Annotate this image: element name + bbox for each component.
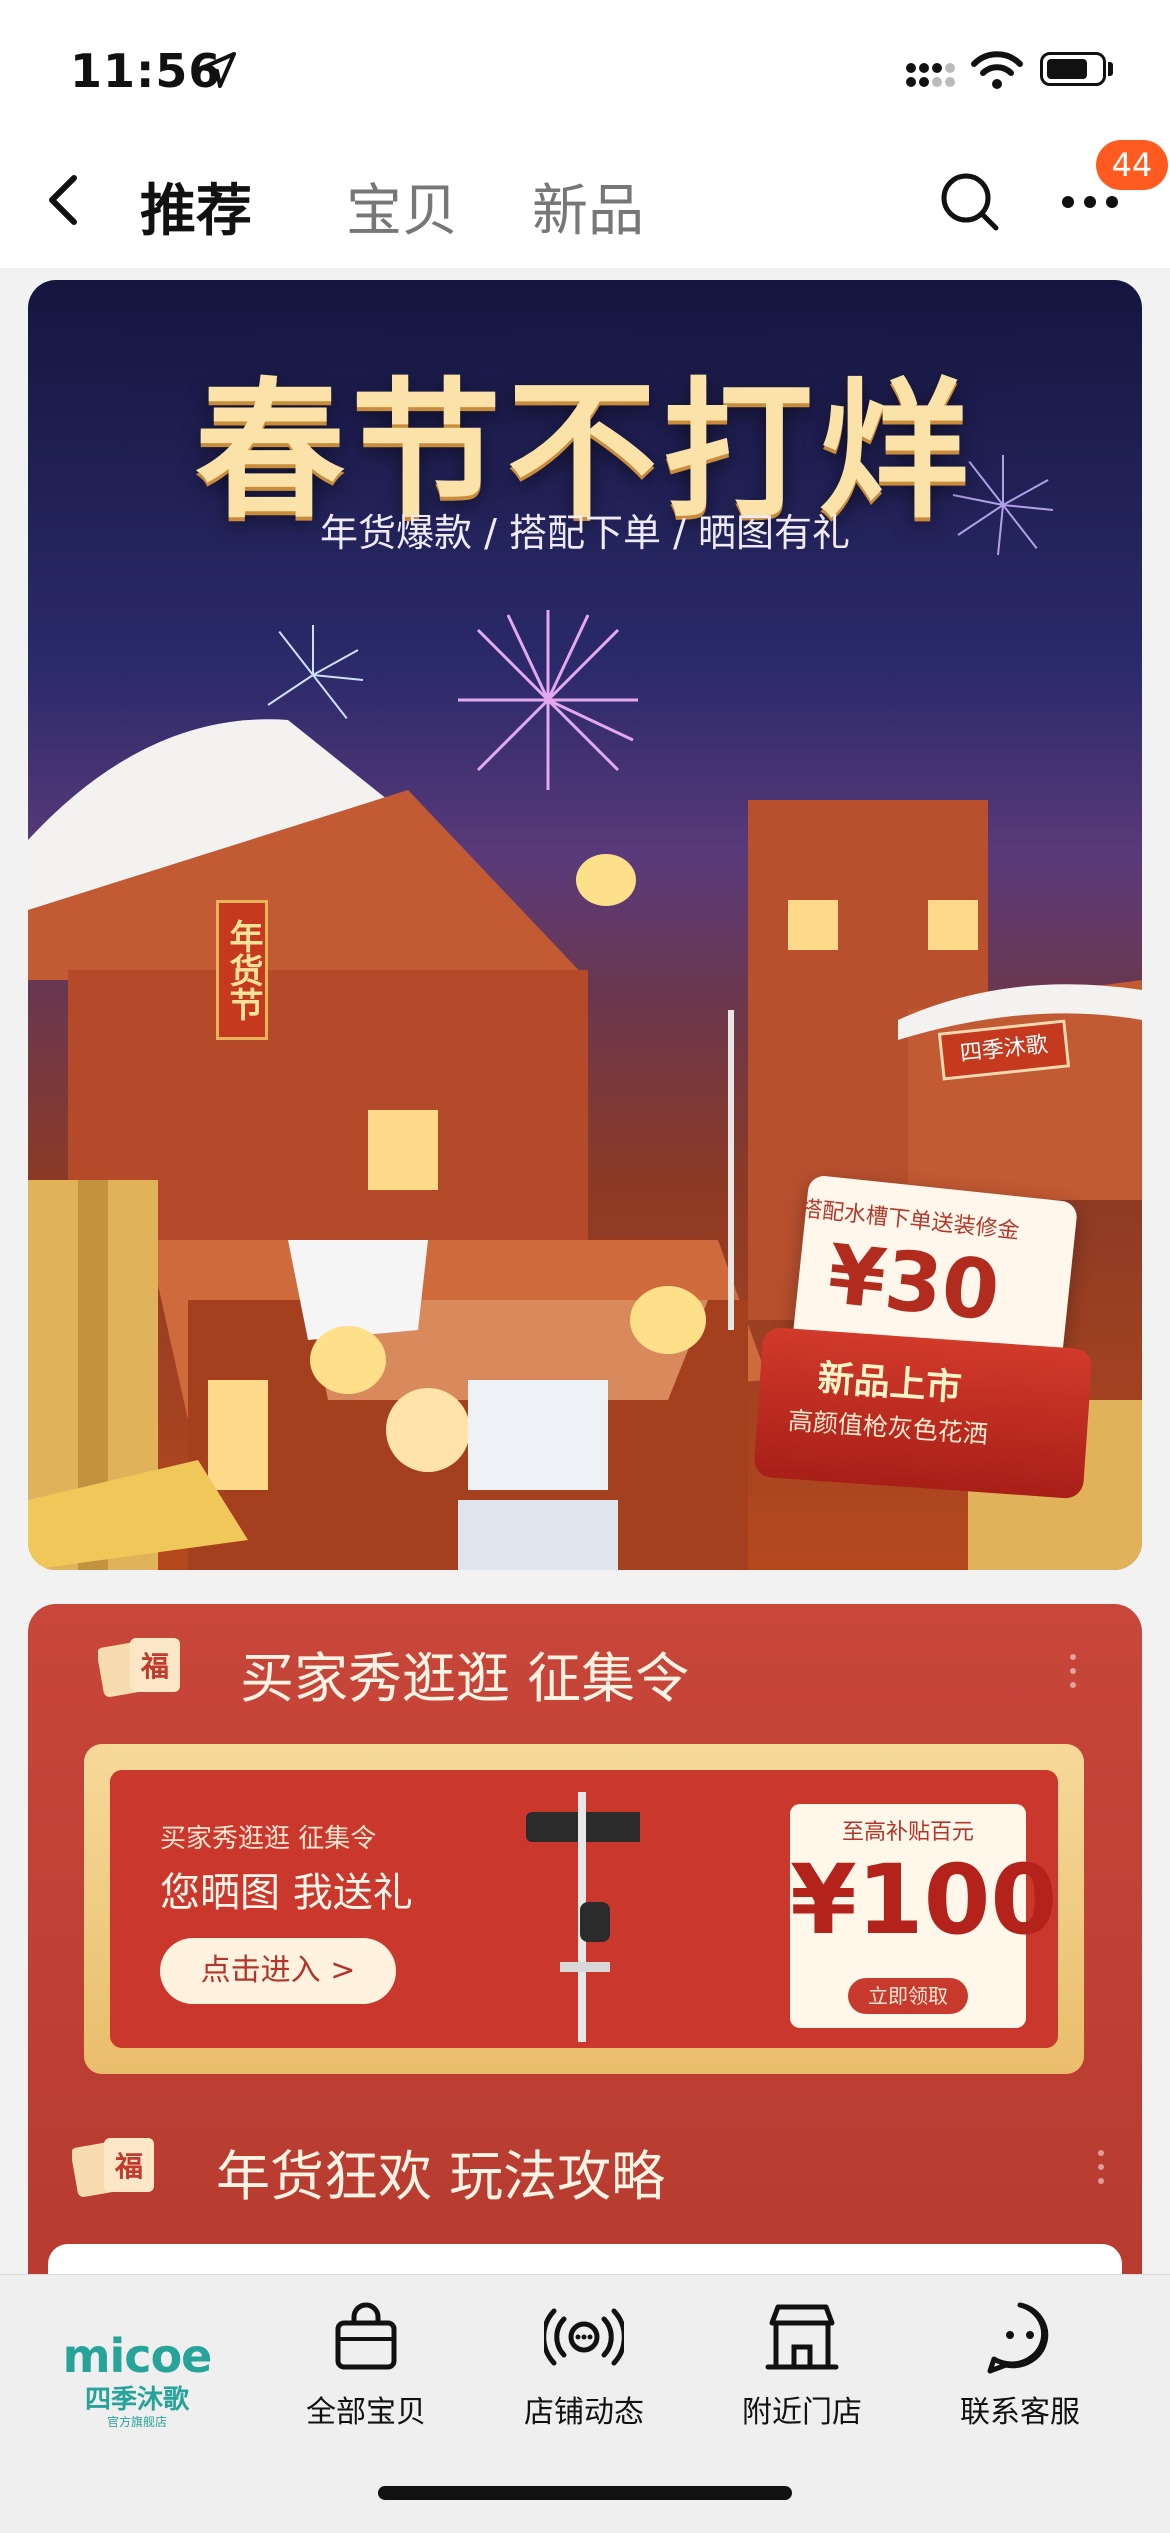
top-nav: 推荐 宝贝 新品 44: [0, 140, 1170, 268]
promo-card: 福 买家秀逛逛 征集令 买家秀逛逛 征集令 您晒图 我送礼 点击进入 > 至高补…: [28, 1604, 1142, 2274]
logo-subtitle: 官方旗舰店: [106, 2415, 167, 2429]
back-chevron-icon[interactable]: [36, 170, 96, 230]
search-icon[interactable]: [938, 170, 1002, 234]
more-dots-icon[interactable]: [1060, 190, 1120, 214]
logo-chinese: 四季沐歌: [84, 2385, 189, 2415]
battery-tip: [1108, 62, 1113, 76]
tab-customer-service[interactable]: 联系客服: [930, 2297, 1110, 2431]
shopping-bag-icon: [335, 2302, 397, 2370]
sink-coupon[interactable]: 搭配水槽下单送装修金 ¥30 新品上市 高颜值枪灰色花洒: [753, 1174, 1093, 1500]
section-title-guide: 年货狂欢 玩法攻略: [216, 2145, 666, 2208]
wifi-icon: [971, 51, 1023, 89]
claim-button[interactable]: 立即领取: [848, 1978, 968, 2014]
banner-subtitle: 年货爆款 / 搭配下单 / 晒图有礼: [320, 511, 850, 555]
tab-shop-news[interactable]: 店铺动态: [494, 2297, 674, 2431]
content-card-top: [48, 2244, 1122, 2274]
coupon-main-text: 新品上市: [816, 1358, 964, 1409]
notification-badge: 44: [1096, 140, 1168, 190]
tab-label: 店铺动态: [524, 2395, 644, 2430]
location-arrow-icon: [200, 52, 236, 88]
tab-label: 全部宝贝: [306, 2395, 426, 2430]
more-vertical-icon[interactable]: [1070, 1654, 1078, 1696]
tab-all-items[interactable]: 全部宝贝: [276, 2297, 456, 2431]
chat-face-icon: [987, 2302, 1049, 2374]
tab-label: 联系客服: [960, 2395, 1080, 2430]
festival-sign: 年货节: [216, 900, 268, 1040]
section-title-buyer-show: 买家秀逛逛 征集令: [240, 1647, 690, 1710]
fortune-envelope-icon: 福: [72, 2138, 154, 2198]
cellular-signal-icon: [906, 63, 955, 87]
tab-recommend[interactable]: 推荐: [140, 166, 252, 247]
broadcast-icon: [544, 2308, 624, 2366]
tab-items[interactable]: 宝贝: [346, 166, 458, 247]
fortune-envelope-icon: 福: [98, 1638, 180, 1698]
logo-english: micoe: [62, 2329, 213, 2383]
buyer-show-panel: 买家秀逛逛 征集令 您晒图 我送礼 点击进入 > 至高补贴百元 ¥100 立即领…: [110, 1770, 1058, 2048]
tab-label: 附近门店: [742, 2395, 862, 2430]
svg-text:福: 福: [114, 2150, 143, 2183]
subsidy-ticket[interactable]: 至高补贴百元 ¥100 立即领取: [790, 1804, 1058, 2028]
status-bar: 11:56: [0, 0, 1170, 140]
ticket-value: ¥100: [790, 1844, 1058, 1956]
buyer-show-slogan: 您晒图 我送礼: [160, 1870, 413, 1916]
coupon-value: ¥30: [823, 1227, 1004, 1340]
more-vertical-icon[interactable]: [1098, 2150, 1106, 2192]
buyer-show-banner[interactable]: 买家秀逛逛 征集令 您晒图 我送礼 点击进入 > 至高补贴百元 ¥100 立即领…: [84, 1744, 1084, 2074]
buyer-show-small-title: 买家秀逛逛 征集令: [160, 1824, 377, 1854]
enter-button[interactable]: 点击进入 >: [160, 1938, 396, 2004]
shower-product-image: [526, 1792, 640, 2042]
spring-festival-banner[interactable]: 春节不打烊 年货爆款 / 搭配下单 / 晒图有礼 年货节 四季沐歌 搭配水槽下单…: [28, 280, 1142, 1570]
tab-new[interactable]: 新品: [532, 166, 644, 247]
tab-nearby-stores[interactable]: 附近门店: [712, 2297, 892, 2431]
home-indicator[interactable]: [378, 2486, 792, 2500]
battery-icon: [1040, 52, 1106, 86]
store-icon: [765, 2304, 839, 2370]
ticket-top-text: 至高补贴百元: [841, 1820, 974, 1845]
svg-text:福: 福: [140, 1650, 169, 1683]
